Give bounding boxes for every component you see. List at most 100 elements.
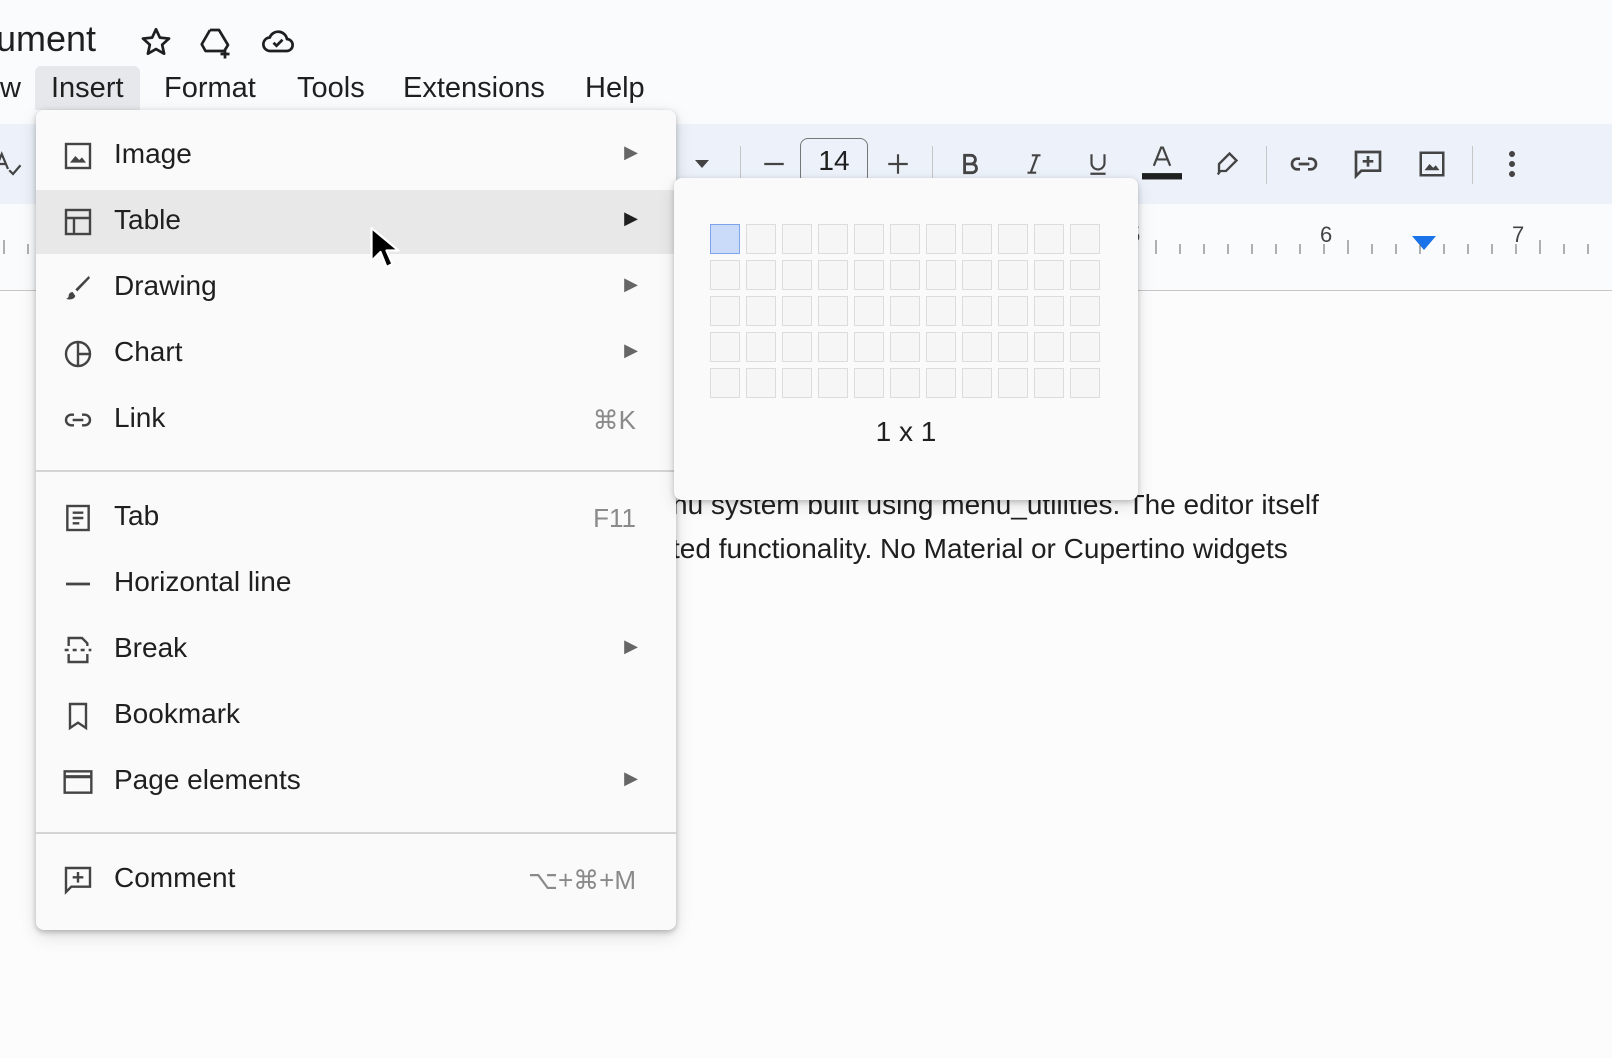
table-grid-cell[interactable] xyxy=(998,224,1028,254)
table-grid-cell[interactable] xyxy=(1070,368,1100,398)
menu-item-chart[interactable]: Chart ▶ xyxy=(36,322,676,386)
table-grid-cell[interactable] xyxy=(1034,296,1064,326)
table-grid-cell[interactable] xyxy=(890,332,920,362)
table-grid-cell[interactable] xyxy=(854,332,884,362)
ruler-label-6: 6 xyxy=(1320,222,1332,247)
table-grid-cell[interactable] xyxy=(962,260,992,290)
table-grid-cell[interactable] xyxy=(746,224,776,254)
move-to-drive-icon[interactable] xyxy=(198,24,234,60)
menu-help[interactable]: Help xyxy=(569,66,661,110)
table-grid-cell[interactable] xyxy=(854,368,884,398)
table-grid-cell[interactable] xyxy=(998,260,1028,290)
menu-divider xyxy=(36,470,676,472)
menu-divider xyxy=(36,832,676,834)
table-grid-cell[interactable] xyxy=(782,296,812,326)
table-grid-cell[interactable] xyxy=(890,260,920,290)
table-grid-cell[interactable] xyxy=(998,368,1028,398)
table-grid-cell[interactable] xyxy=(782,224,812,254)
table-grid-cell[interactable] xyxy=(1034,368,1064,398)
star-icon[interactable] xyxy=(138,24,174,60)
table-grid-cell[interactable] xyxy=(962,296,992,326)
table-grid-cell[interactable] xyxy=(710,260,740,290)
table-grid-cell[interactable] xyxy=(746,296,776,326)
table-grid-cell[interactable] xyxy=(926,296,956,326)
right-indent-marker[interactable] xyxy=(1412,236,1436,250)
body-text-line: ted functionality. No Material or Cupert… xyxy=(672,533,1288,564)
table-grid-cell[interactable] xyxy=(1034,224,1064,254)
add-comment-icon[interactable] xyxy=(1348,144,1388,184)
text-color-icon[interactable] xyxy=(1142,144,1182,184)
menu-extensions[interactable]: Extensions xyxy=(387,66,561,110)
table-grid-cell[interactable] xyxy=(926,260,956,290)
link-icon xyxy=(64,413,92,427)
submenu-arrow-icon: ▶ xyxy=(624,274,638,294)
table-grid-cell[interactable] xyxy=(1070,260,1100,290)
table-grid-cell[interactable] xyxy=(926,368,956,398)
submenu-arrow-icon: ▶ xyxy=(624,768,638,788)
table-grid-cell[interactable] xyxy=(818,368,848,398)
table-grid-cell[interactable] xyxy=(1070,332,1100,362)
menu-item-image[interactable]: Image ▶ xyxy=(36,124,676,188)
brush-icon xyxy=(66,276,90,300)
table-icon xyxy=(64,208,92,236)
bookmark-icon xyxy=(68,702,88,731)
table-grid-cell[interactable] xyxy=(818,224,848,254)
table-grid-cell[interactable] xyxy=(854,224,884,254)
table-grid-cell[interactable] xyxy=(710,296,740,326)
more-options-icon[interactable] xyxy=(1492,144,1532,184)
toolbar-divider xyxy=(1472,146,1473,184)
menu-item-shortcut: ⌘K xyxy=(592,405,636,435)
table-grid-cell[interactable] xyxy=(926,224,956,254)
menu-item-shortcut: F11 xyxy=(593,503,636,533)
table-grid-cell[interactable] xyxy=(818,296,848,326)
table-grid-cell[interactable] xyxy=(962,368,992,398)
spellcheck-icon[interactable] xyxy=(0,144,28,184)
table-grid-cell[interactable] xyxy=(962,332,992,362)
table-grid-cell[interactable] xyxy=(962,224,992,254)
menu-item-label: Comment xyxy=(114,862,236,893)
highlight-icon[interactable] xyxy=(1206,144,1246,184)
table-grid-cell[interactable] xyxy=(1070,224,1100,254)
table-grid-cell[interactable] xyxy=(998,332,1028,362)
menu-item-bookmark[interactable]: Bookmark xyxy=(36,684,676,748)
table-grid-cell[interactable] xyxy=(1034,332,1064,362)
table-grid-cell[interactable] xyxy=(818,332,848,362)
table-grid-cell[interactable] xyxy=(1070,296,1100,326)
table-grid-cell[interactable] xyxy=(854,260,884,290)
menu-item-table[interactable]: Table ▶ xyxy=(36,190,676,254)
menu-item-page-elements[interactable]: Page elements ▶ xyxy=(36,750,676,814)
table-grid-cell[interactable] xyxy=(746,260,776,290)
table-grid-cell[interactable] xyxy=(998,296,1028,326)
menu-item-break[interactable]: Break ▶ xyxy=(36,618,676,682)
table-grid-cell[interactable] xyxy=(782,260,812,290)
menu-item-link[interactable]: Link ⌘K xyxy=(36,388,676,452)
menu-item-comment[interactable]: Comment ⌥+⌘+M xyxy=(36,848,676,912)
table-grid-cell[interactable] xyxy=(710,332,740,362)
table-grid-cell[interactable] xyxy=(782,332,812,362)
table-grid-cell[interactable] xyxy=(818,260,848,290)
table-grid-cell[interactable] xyxy=(890,296,920,326)
cloud-saved-icon[interactable] xyxy=(260,24,296,60)
document-title[interactable]: ument xyxy=(0,18,96,60)
menu-tools[interactable]: Tools xyxy=(281,66,381,110)
menu-item-tab[interactable]: Tab F11 xyxy=(36,486,676,550)
menu-item-horizontal-line[interactable]: Horizontal line xyxy=(36,552,676,616)
table-grid-cell[interactable] xyxy=(710,224,740,254)
menu-view[interactable]: w xyxy=(0,66,37,110)
menu-item-drawing[interactable]: Drawing ▶ xyxy=(36,256,676,320)
table-grid-cell[interactable] xyxy=(890,224,920,254)
submenu-arrow-icon: ▶ xyxy=(624,208,638,228)
table-grid-cell[interactable] xyxy=(854,296,884,326)
table-grid-cell[interactable] xyxy=(746,368,776,398)
table-grid-cell[interactable] xyxy=(1034,260,1064,290)
table-grid-cell[interactable] xyxy=(890,368,920,398)
table-grid-cell[interactable] xyxy=(710,368,740,398)
table-grid-cell[interactable] xyxy=(782,368,812,398)
menu-format[interactable]: Format xyxy=(148,66,272,110)
table-grid-cell[interactable] xyxy=(746,332,776,362)
table-grid-cell[interactable] xyxy=(926,332,956,362)
submenu-arrow-icon: ▶ xyxy=(624,636,638,656)
insert-image-icon[interactable] xyxy=(1412,144,1452,184)
menu-insert[interactable]: Insert xyxy=(35,66,140,110)
link-icon[interactable] xyxy=(1284,144,1324,184)
